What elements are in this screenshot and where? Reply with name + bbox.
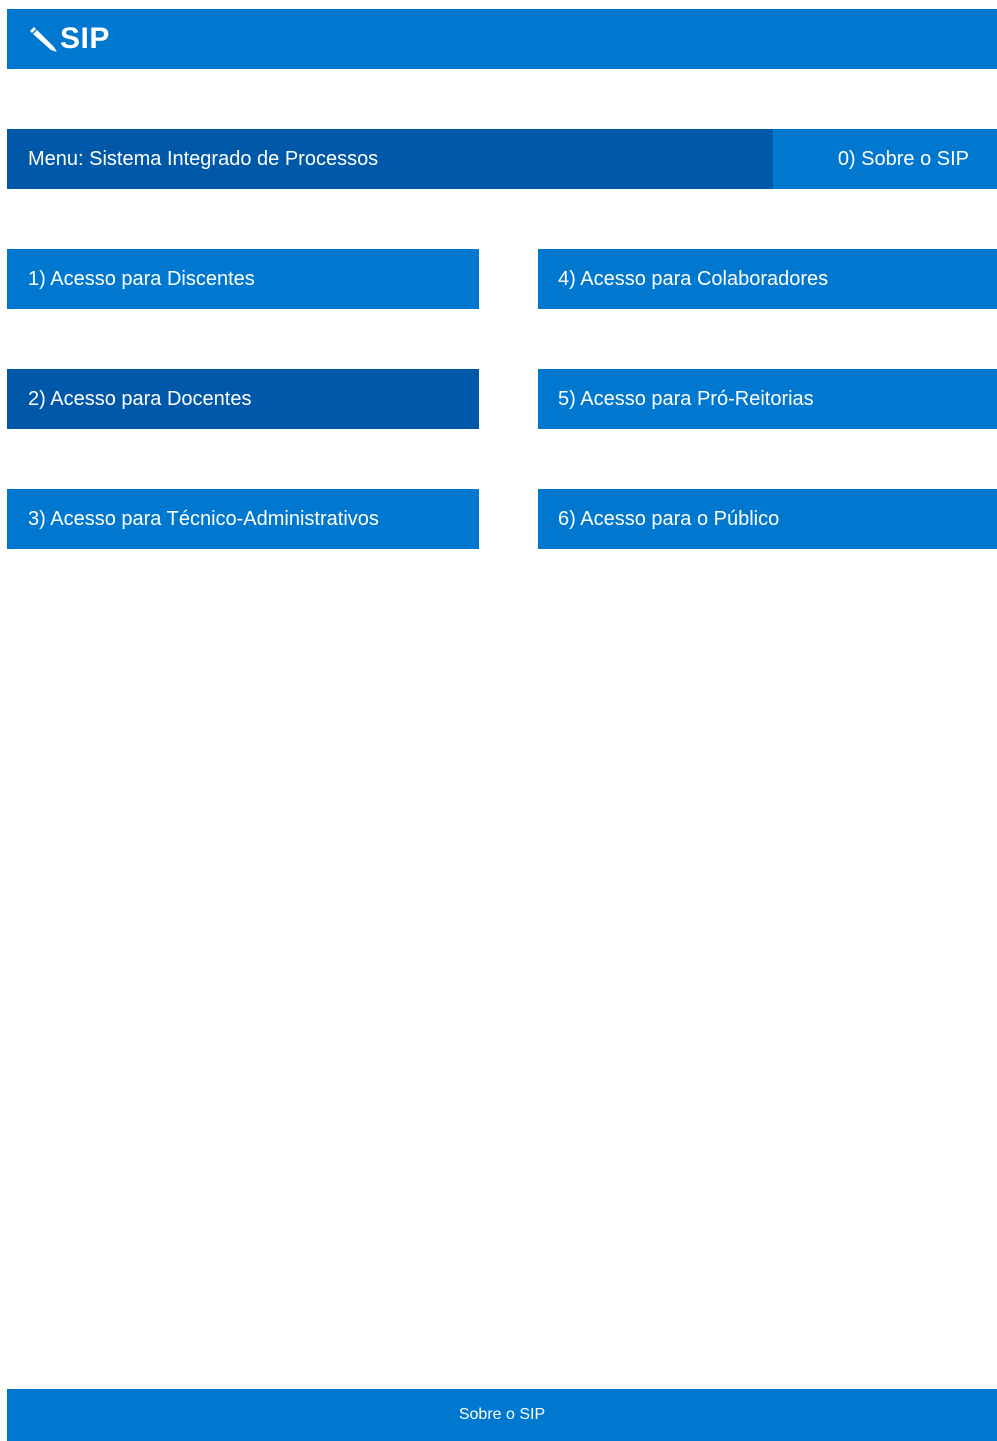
- tile-colaboradores[interactable]: 4) Acesso para Colaboradores: [538, 249, 997, 309]
- logo[interactable]: SIP: [30, 22, 110, 56]
- logo-text: SIP: [60, 22, 110, 55]
- about-sip-button[interactable]: 0) Sobre o SIP: [773, 129, 997, 189]
- footer: Sobre o SIP: [7, 1389, 997, 1441]
- footer-about-link[interactable]: Sobre o SIP: [459, 1406, 545, 1424]
- page: SIP Menu: Sistema Integrado de Processos…: [0, 0, 997, 1441]
- pencil-icon: [30, 24, 60, 54]
- menu-title: Menu: Sistema Integrado de Processos: [7, 129, 773, 189]
- top-header: SIP: [7, 9, 997, 69]
- tile-publico[interactable]: 6) Acesso para o Público: [538, 489, 997, 549]
- tile-discentes[interactable]: 1) Acesso para Discentes: [7, 249, 479, 309]
- menu-bar: Menu: Sistema Integrado de Processos 0) …: [7, 129, 997, 189]
- tile-pro-reitorias[interactable]: 5) Acesso para Pró-Reitorias: [538, 369, 997, 429]
- tile-docentes[interactable]: 2) Acesso para Docentes: [7, 369, 479, 429]
- tile-tecnico-administrativos[interactable]: 3) Acesso para Técnico-Administrativos: [7, 489, 479, 549]
